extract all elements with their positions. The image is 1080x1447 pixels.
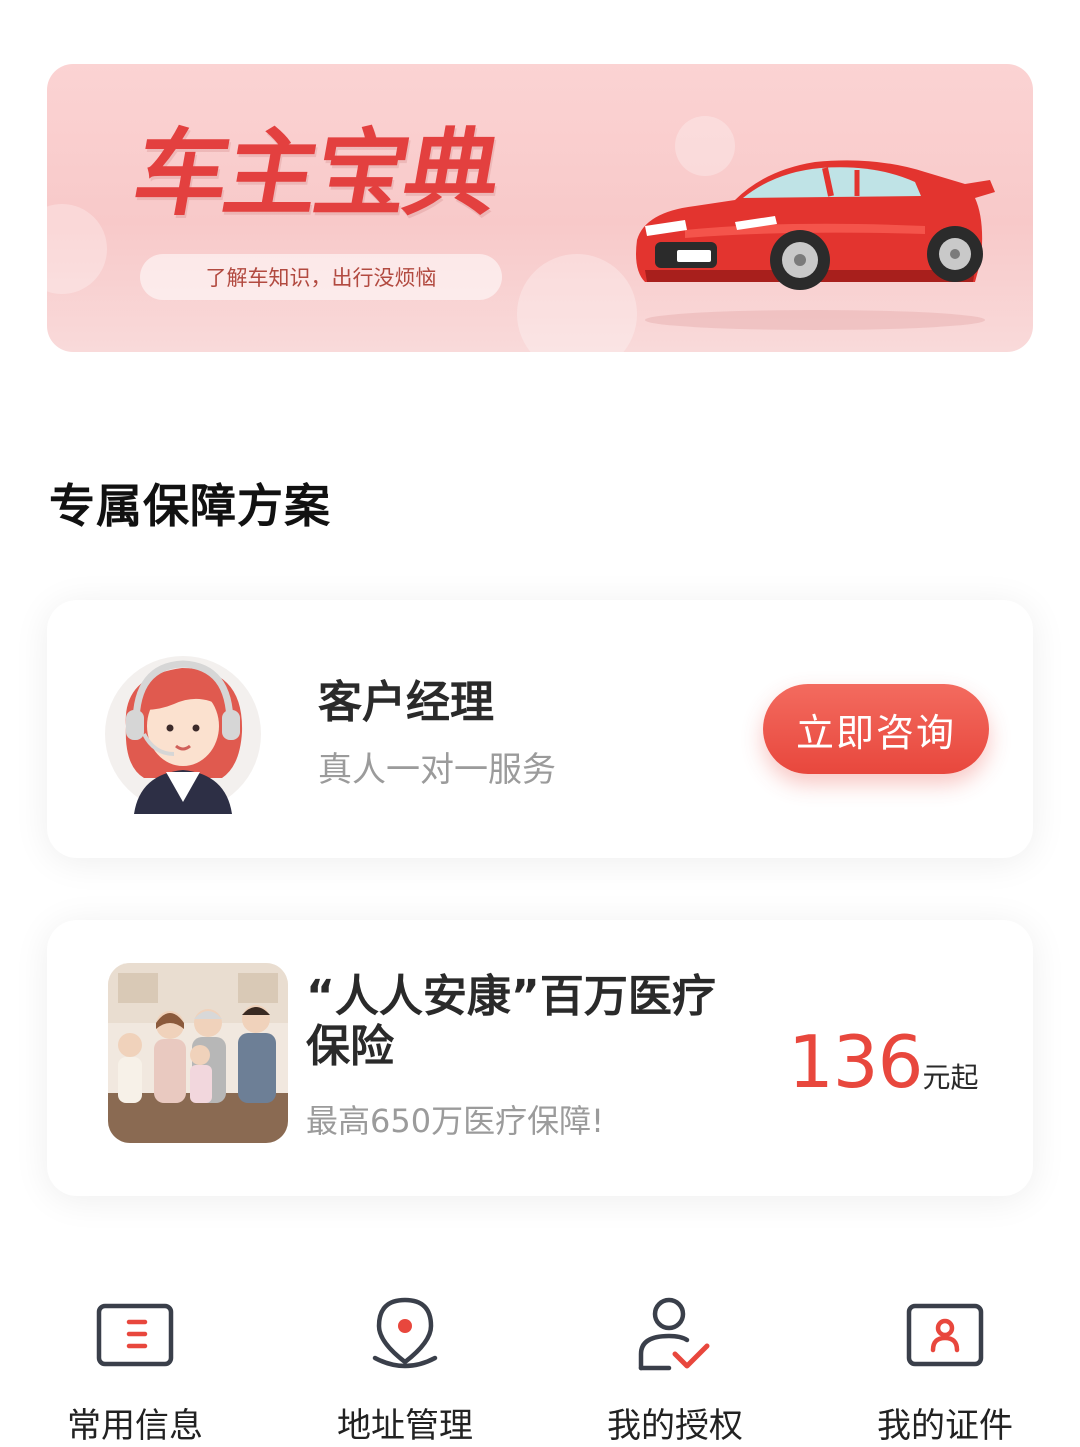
user-check-icon: [638, 1297, 710, 1371]
product-subtitle: 最高650万医疗保障!: [306, 1102, 604, 1140]
shortcut-authorization[interactable]: 我的授权: [575, 1296, 775, 1446]
price-amount: 136: [788, 1020, 923, 1104]
price: 136元起: [788, 1020, 978, 1104]
id-card-icon: [906, 1303, 984, 1367]
banner-title: 车主宝典: [125, 120, 505, 229]
family-photo: [108, 963, 288, 1143]
consult-now-button[interactable]: 立即咨询: [763, 684, 989, 774]
banner-decor-bubble: [517, 254, 637, 352]
manager-subtitle: 真人一对一服务: [318, 750, 556, 790]
shortcut-documents[interactable]: 我的证件: [845, 1296, 1045, 1446]
manager-title: 客户经理: [318, 677, 494, 728]
section-title: 专属保障方案: [49, 479, 331, 533]
product-title: “人人安康”百万医疗保险: [306, 971, 716, 1072]
banner-decor-bubble: [47, 204, 107, 294]
banner-subtitle: 了解车知识，出行没烦恼: [140, 254, 502, 300]
customer-service-avatar-icon: [105, 656, 261, 814]
info-card-icon: [96, 1303, 174, 1367]
price-unit: 元起: [922, 1061, 979, 1094]
red-car-illustration: [636, 160, 995, 330]
shortcut-address[interactable]: 地址管理: [305, 1296, 505, 1446]
location-pin-icon: [372, 1297, 438, 1369]
shortcut-common-info[interactable]: 常用信息: [35, 1296, 235, 1446]
